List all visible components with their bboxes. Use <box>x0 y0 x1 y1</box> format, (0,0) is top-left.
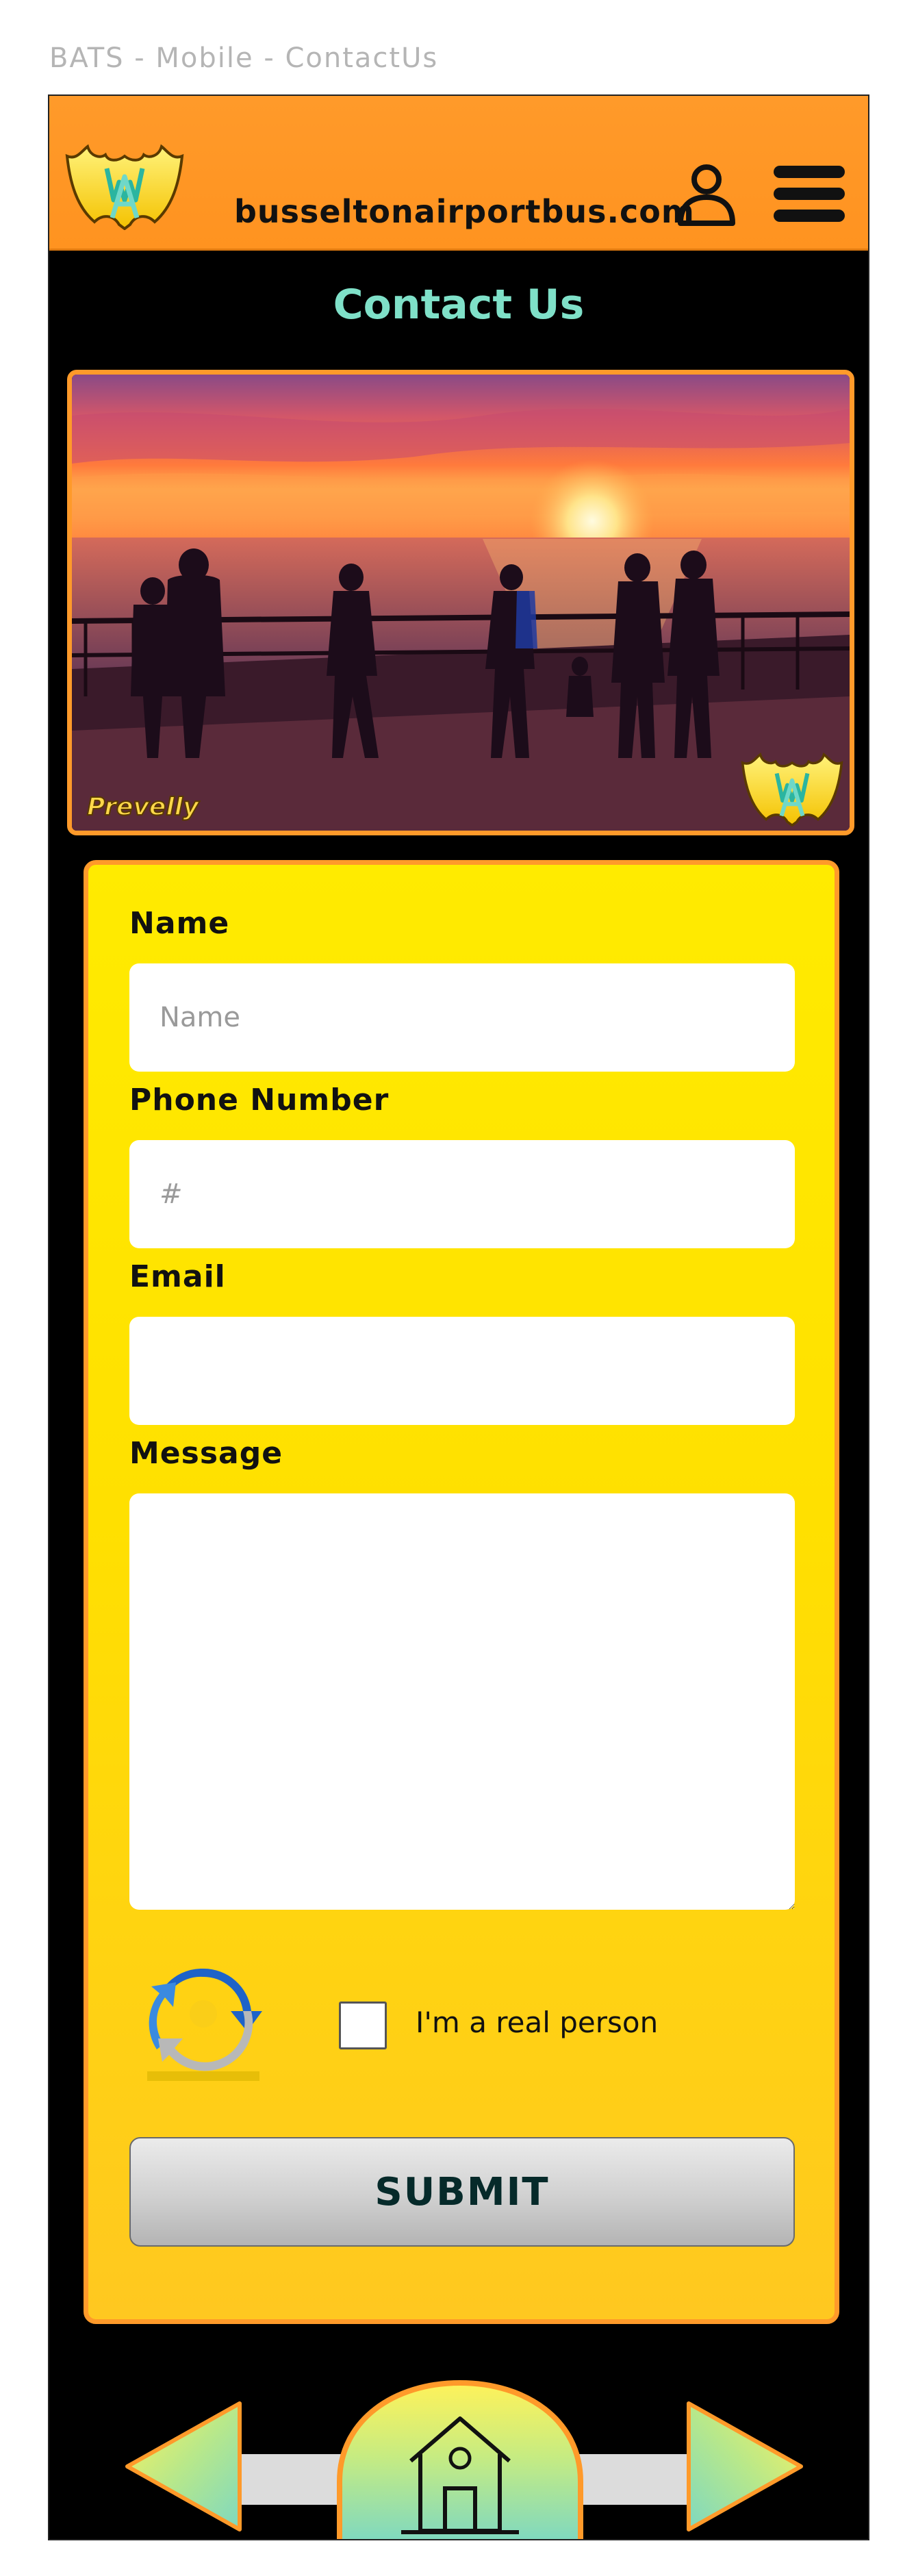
site-name[interactable]: busseltonairportbus.com <box>234 193 695 230</box>
name-input[interactable] <box>129 963 795 1072</box>
message-textarea[interactable] <box>129 1493 795 1910</box>
name-label: Name <box>129 906 230 941</box>
email-label: Email <box>129 1259 226 1294</box>
page-caption: BATS - Mobile - ContactUs <box>49 42 439 74</box>
bats-logo-icon[interactable] <box>64 141 185 230</box>
bottom-navigation <box>49 2369 868 2540</box>
page-title: Contact Us <box>333 281 585 329</box>
hamburger-menu-icon[interactable] <box>771 162 848 227</box>
message-label: Message <box>129 1436 283 1471</box>
arrow-left-icon[interactable] <box>122 2399 245 2534</box>
user-icon[interactable] <box>674 162 739 227</box>
contact-form: Name Phone Number Email Message I'm a re… <box>84 860 839 2324</box>
submit-button[interactable]: SUBMIT <box>129 2137 795 2247</box>
phone-input[interactable] <box>129 1140 795 1248</box>
bats-logo-icon <box>741 753 843 826</box>
email-input[interactable] <box>129 1317 795 1425</box>
hero-image: Prevelly <box>67 370 854 835</box>
hero-location-caption: Prevelly <box>86 792 199 822</box>
captcha-checkbox[interactable] <box>339 2002 387 2049</box>
captcha-label: I'm a real person <box>416 2006 659 2039</box>
home-icon[interactable] <box>335 2379 585 2540</box>
site-header: busseltonairportbus.com <box>49 96 868 251</box>
phone-label: Phone Number <box>129 1083 390 1117</box>
arrow-right-icon[interactable] <box>683 2399 806 2534</box>
recaptcha-icon <box>147 1969 262 2081</box>
mobile-frame: busseltonairportbus.com Contact Us Preve… <box>48 94 869 2540</box>
sunset-photo <box>72 375 850 831</box>
